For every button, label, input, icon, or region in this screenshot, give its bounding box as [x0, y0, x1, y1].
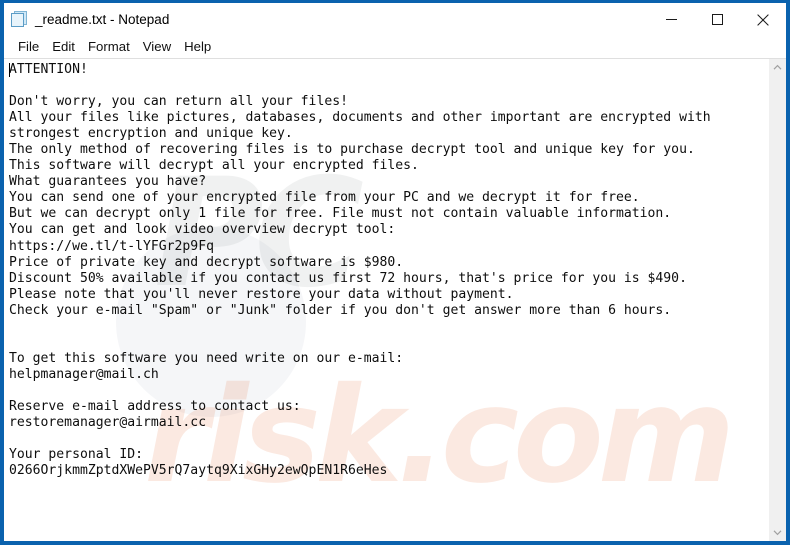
scroll-down-button[interactable]	[769, 524, 786, 541]
menu-item-view[interactable]: View	[137, 38, 178, 55]
menu-item-format[interactable]: Format	[82, 38, 137, 55]
close-icon	[757, 13, 769, 26]
scroll-up-button[interactable]	[769, 59, 786, 76]
text-editor[interactable]: PC risk.com ATTENTION! Don't worry, you …	[4, 59, 768, 541]
window-title: _readme.txt - Notepad	[35, 11, 170, 27]
maximize-button[interactable]	[694, 3, 740, 36]
title-bar-left: _readme.txt - Notepad	[4, 11, 169, 28]
vertical-scrollbar[interactable]	[768, 59, 786, 541]
window-controls	[648, 3, 786, 36]
notepad-document-icon	[11, 11, 28, 28]
minimize-icon	[665, 19, 677, 20]
ransom-note-text: ATTENTION! Don't worry, you can return a…	[9, 62, 711, 479]
editor-area: PC risk.com ATTENTION! Don't worry, you …	[4, 58, 786, 541]
close-button[interactable]	[740, 3, 786, 36]
chevron-down-icon	[773, 530, 782, 536]
menu-item-file[interactable]: File	[12, 38, 46, 55]
menu-item-edit[interactable]: Edit	[46, 38, 82, 55]
text-caret	[9, 63, 10, 77]
minimize-button[interactable]	[648, 3, 694, 36]
menu-bar: File Edit Format View Help	[4, 36, 786, 58]
menu-item-help[interactable]: Help	[178, 38, 218, 55]
scrollbar-track[interactable]	[769, 76, 786, 524]
title-bar[interactable]: _readme.txt - Notepad	[4, 3, 786, 36]
maximize-icon	[711, 14, 723, 25]
notepad-window: _readme.txt - Notepad File Edit Format V…	[0, 0, 790, 545]
chevron-up-icon	[773, 64, 782, 70]
